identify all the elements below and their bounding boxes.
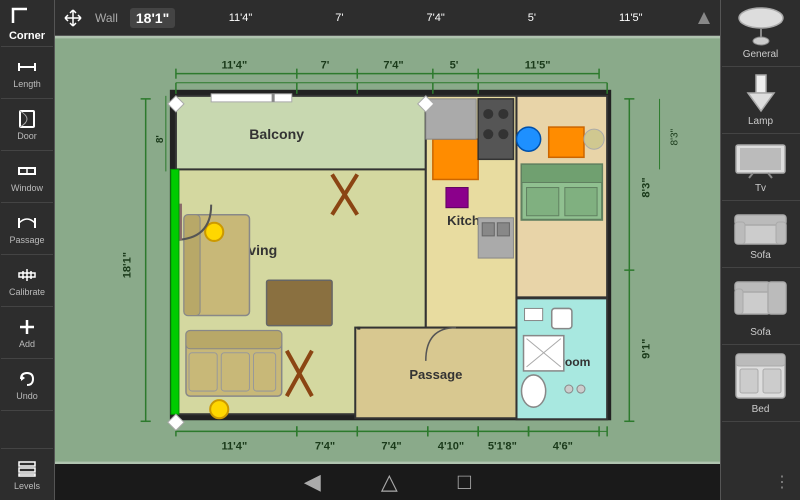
svg-text:8'3": 8'3" <box>640 177 652 197</box>
door-tool[interactable]: Door <box>1 99 53 151</box>
svg-text:7'4": 7'4" <box>315 441 335 453</box>
recent-button[interactable]: □ <box>458 469 471 495</box>
svg-text:7': 7' <box>321 60 330 72</box>
sofa2-label: Sofa <box>750 327 771 338</box>
bed-label: Bed <box>752 404 770 415</box>
svg-text:11'4": 11'4" <box>221 441 247 453</box>
general-item[interactable]: General <box>722 0 800 67</box>
dim-top-3: 7'4" <box>426 12 444 24</box>
lamp-item[interactable]: Lamp <box>722 67 800 134</box>
wall-value: 18'1" <box>130 8 175 28</box>
sofa1-item[interactable]: Sofa <box>722 201 800 268</box>
svg-text:11'5": 11'5" <box>525 60 551 72</box>
back-button[interactable]: ◀ <box>304 469 321 495</box>
options-icon[interactable]: ⋮ <box>774 472 790 492</box>
dim-top-4: 5' <box>528 12 536 24</box>
floor-plan-svg[interactable]: 11'4" 7' 7'4" 5' 11'5" 11'4" <box>55 36 720 464</box>
passage-label: Passage <box>9 235 44 245</box>
top-bar: Wall 18'1" 11'4" 7' 7'4" 5' 11'5" <box>55 0 720 36</box>
arrow-icon <box>696 10 712 26</box>
door-label: Door <box>17 131 37 141</box>
add-tool[interactable]: Add <box>1 307 53 359</box>
svg-text:11'4": 11'4" <box>221 60 247 72</box>
passage-tool[interactable]: Passage <box>1 203 53 255</box>
length-tool[interactable]: Length <box>1 47 53 99</box>
floor-plan-container[interactable]: 11'4" 7' 7'4" 5' 11'5" 11'4" <box>55 36 720 464</box>
bottom-bar: ◀ △ □ ⋮ <box>55 464 720 500</box>
svg-text:8'3": 8'3" <box>670 128 681 145</box>
svg-text:9'1": 9'1" <box>640 339 652 359</box>
svg-text:8': 8' <box>155 135 166 143</box>
dim-top-5: 11'5" <box>619 12 643 24</box>
window-label: Window <box>11 183 43 193</box>
undo-label: Undo <box>16 391 38 401</box>
right-panel: General Lamp Tv Sofa Sofa Bed <box>720 0 800 500</box>
tv-label: Tv <box>755 183 766 194</box>
add-label: Add <box>19 339 35 349</box>
length-label: Length <box>13 79 41 89</box>
corner-label: Corner <box>9 30 45 42</box>
svg-text:5'1'8": 5'1'8" <box>488 441 517 453</box>
svg-text:4'6": 4'6" <box>553 441 573 453</box>
lamp-label: Lamp <box>748 116 773 127</box>
general-label: General <box>743 49 779 60</box>
bed-item[interactable]: Bed <box>722 345 800 422</box>
tv-item[interactable]: Tv <box>722 134 800 201</box>
move-icon <box>63 8 83 28</box>
corner-tool[interactable]: Corner <box>1 0 53 47</box>
svg-text:4'10": 4'10" <box>438 441 464 453</box>
undo-tool[interactable]: Undo <box>1 359 53 411</box>
svg-text:18'1": 18'1" <box>122 252 134 278</box>
home-button[interactable]: △ <box>381 469 398 495</box>
svg-text:7'4": 7'4" <box>383 60 403 72</box>
sofa1-label: Sofa <box>750 250 771 261</box>
svg-text:5': 5' <box>450 60 459 72</box>
calibrate-label: Calibrate <box>9 287 45 297</box>
wall-label: Wall <box>95 11 118 25</box>
left-toolbar: Corner Length Door Window Passage Calibr… <box>0 0 55 500</box>
svg-text:Passage: Passage <box>409 367 462 382</box>
svg-text:7'4": 7'4" <box>381 441 401 453</box>
window-tool[interactable]: Window <box>1 151 53 203</box>
dim-top-2: 7' <box>335 12 343 24</box>
dim-top-1: 11'4" <box>229 12 253 24</box>
levels-label: Levels <box>14 481 40 491</box>
levels-tool[interactable]: Levels <box>1 448 53 500</box>
svg-text:Balcony: Balcony <box>249 126 304 142</box>
sofa2-item[interactable]: Sofa <box>722 268 800 345</box>
main-area: Wall 18'1" 11'4" 7' 7'4" 5' 11'5" 11'4" <box>55 0 720 500</box>
calibrate-tool[interactable]: Calibrate <box>1 255 53 307</box>
